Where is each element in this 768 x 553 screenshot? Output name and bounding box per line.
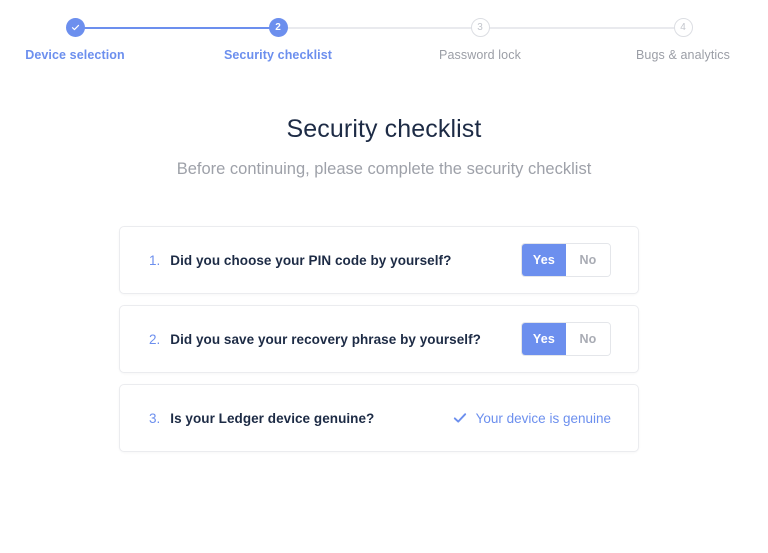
stepper-track	[75, 18, 683, 38]
question-text-1: Did you choose your PIN code by yourself…	[170, 252, 452, 268]
stepper-step-password-lock[interactable]: 3 Password lock	[400, 18, 560, 63]
stepper-label-3: Password lock	[439, 48, 521, 62]
check-icon	[453, 413, 466, 423]
page-subtitle: Before continuing, please complete the s…	[176, 160, 592, 178]
checklist-item-genuine-check: 3. Is your Ledger device genuine? Your d…	[119, 384, 639, 452]
stepper-label-2: Security checklist	[223, 48, 333, 62]
genuine-status: Your device is genuine	[453, 411, 611, 426]
check-icon	[71, 24, 79, 31]
stepper-number-4: 4	[680, 21, 686, 33]
toggle-yes-2[interactable]: Yes	[522, 323, 566, 355]
stepper-number-3: 3	[477, 21, 483, 33]
question-number-3: 3.	[149, 410, 161, 426]
question-text-2: Did you save your recovery phrase by you…	[170, 331, 481, 347]
question-number-2: 2.	[149, 331, 161, 347]
stepper-step-security-checklist[interactable]: 2 Security checklist	[198, 18, 358, 63]
checklist-item-pin: 1. Did you choose your PIN code by yours…	[119, 226, 639, 294]
question-block-3: 3. Is your Ledger device genuine?	[149, 411, 374, 426]
stepper-circle-1	[65, 18, 85, 37]
yes-no-toggle-1[interactable]: Yes No	[521, 243, 611, 277]
question-text-3: Is your Ledger device genuine?	[170, 410, 375, 426]
toggle-no-2[interactable]: No	[566, 323, 610, 355]
question-block-2: 2. Did you save your recovery phrase by …	[149, 332, 481, 347]
stepper-step-bugs-analytics[interactable]: 4 Bugs & analytics	[603, 18, 763, 63]
onboarding-stepper: Device selection 2 Security checklist 3 …	[0, 18, 768, 64]
toggle-no-1[interactable]: No	[566, 244, 610, 276]
stepper-label-4: Bugs & analytics	[635, 48, 730, 62]
stepper-circle-4: 4	[673, 18, 693, 37]
question-block-1: 1. Did you choose your PIN code by yours…	[149, 253, 451, 268]
stepper-step-device-selection[interactable]: Device selection	[0, 18, 155, 63]
page-header: Security checklist Before continuing, pl…	[0, 112, 768, 180]
yes-no-toggle-2[interactable]: Yes No	[521, 322, 611, 356]
stepper-circle-3: 3	[470, 18, 490, 37]
genuine-status-text: Your device is genuine	[475, 410, 611, 426]
question-number-1: 1.	[149, 252, 161, 268]
toggle-yes-1[interactable]: Yes	[522, 244, 566, 276]
page-title: Security checklist	[286, 115, 482, 143]
stepper-label-1: Device selection	[25, 48, 125, 62]
checklist-item-recovery-phrase: 2. Did you save your recovery phrase by …	[119, 305, 639, 373]
stepper-circle-2: 2	[268, 18, 288, 37]
security-checklist: 1. Did you choose your PIN code by yours…	[119, 226, 639, 463]
stepper-number-2: 2	[275, 21, 281, 33]
